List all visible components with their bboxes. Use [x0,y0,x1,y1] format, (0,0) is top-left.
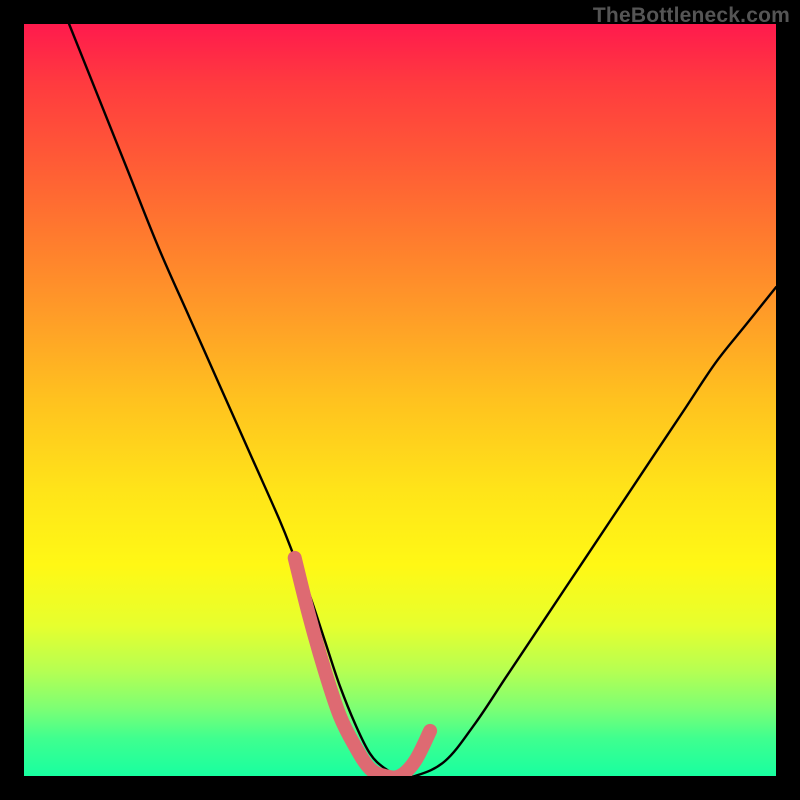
plot-area [24,24,776,776]
chart-frame: TheBottleneck.com [0,0,800,800]
highlight-band-path [295,558,430,776]
bottleneck-curve-path [69,24,776,776]
curve-layer [24,24,776,776]
